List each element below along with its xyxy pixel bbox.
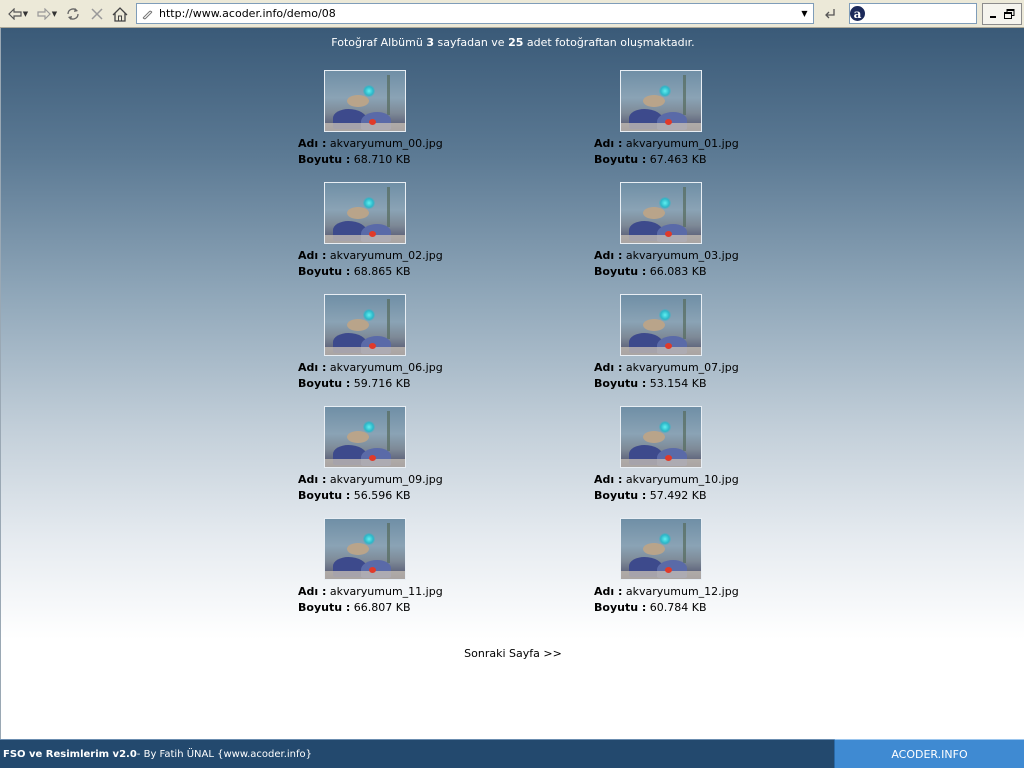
back-button[interactable]: ▼	[3, 3, 33, 25]
photo-size: 66.807 KB	[353, 601, 411, 614]
restore-icon[interactable]	[1004, 9, 1015, 19]
stop-icon	[91, 8, 103, 20]
photo-size: 67.463 KB	[649, 153, 707, 166]
url-text[interactable]: http://www.acoder.info/demo/08	[157, 7, 796, 20]
photo-size: 68.865 KB	[353, 265, 411, 278]
photo-name: akvaryumum_06.jpg	[329, 361, 443, 374]
page-icon	[137, 4, 157, 23]
album-summary: Fotoğraf Albümü 3 sayfadan ve 25 adet fo…	[331, 36, 695, 49]
photo-size: 59.716 KB	[353, 377, 411, 390]
forward-icon	[37, 8, 51, 20]
back-icon	[7, 8, 22, 20]
search-box[interactable]: a	[849, 3, 1010, 24]
forward-button[interactable]: ▼	[33, 3, 61, 25]
minimize-icon[interactable]	[989, 9, 999, 19]
photo-name: akvaryumum_12.jpg	[625, 585, 739, 598]
photo-name: akvaryumum_00.jpg	[329, 137, 443, 150]
photo-thumbnail[interactable]	[620, 406, 702, 468]
photo-size: 53.154 KB	[649, 377, 707, 390]
photo-thumbnail[interactable]	[620, 518, 702, 580]
refresh-icon	[67, 8, 79, 20]
photo-name: akvaryumum_07.jpg	[625, 361, 739, 374]
app-name: FSO ve Resimlerim v2.0	[3, 748, 137, 760]
photo-size: 66.083 KB	[649, 265, 707, 278]
footer-brand-link[interactable]: ACODER.INFO	[834, 739, 1024, 768]
next-page-link[interactable]: Sonraki Sayfa >>	[1, 647, 1024, 660]
photo-size: 68.710 KB	[353, 153, 411, 166]
address-bar[interactable]: http://www.acoder.info/demo/08 ▼	[136, 3, 814, 24]
home-button[interactable]	[110, 3, 130, 25]
window-buttons	[982, 3, 1022, 25]
stop-button[interactable]	[87, 3, 107, 25]
photo-count: 25	[508, 36, 524, 49]
browser-toolbar: ▼ ▼ http://www.acoder.info/demo/08 ▼ a	[0, 0, 1024, 28]
search-engine-icon[interactable]: a	[850, 4, 865, 23]
go-icon	[825, 9, 835, 19]
photo-name: akvaryumum_09.jpg	[329, 473, 443, 486]
photo-thumbnail[interactable]	[620, 294, 702, 356]
photo-thumbnail[interactable]	[324, 182, 406, 244]
photo-size: 60.784 KB	[649, 601, 707, 614]
photo-name: akvaryumum_01.jpg	[625, 137, 739, 150]
photo-thumbnail[interactable]	[324, 294, 406, 356]
photo-size: 57.492 KB	[649, 489, 707, 502]
photo-thumbnail[interactable]	[324, 406, 406, 468]
photo-size: 56.596 KB	[353, 489, 411, 502]
photo-thumbnail[interactable]	[620, 70, 702, 132]
author-credit: - By Fatih ÜNAL {www.acoder.info}	[136, 748, 313, 760]
forward-dropdown-icon[interactable]: ▼	[52, 10, 57, 18]
photo-thumbnail[interactable]	[324, 518, 406, 580]
footer-credit: FSO ve Resimlerim v2.0 - By Fatih ÜNAL {…	[0, 739, 834, 768]
photo-name: akvaryumum_03.jpg	[625, 249, 739, 262]
address-dropdown-icon[interactable]: ▼	[796, 4, 813, 23]
refresh-button[interactable]	[62, 3, 84, 25]
home-icon	[112, 6, 128, 22]
page-count: 3	[426, 36, 434, 49]
photo-name: akvaryumum_02.jpg	[329, 249, 443, 262]
photo-thumbnail[interactable]	[620, 182, 702, 244]
album-page: Fotoğraf Albümü 3 sayfadan ve 25 adet fo…	[0, 28, 1024, 739]
go-button[interactable]	[820, 5, 840, 23]
photo-name: akvaryumum_10.jpg	[625, 473, 739, 486]
back-dropdown-icon[interactable]: ▼	[23, 10, 28, 18]
photo-name: akvaryumum_11.jpg	[329, 585, 443, 598]
photo-thumbnail[interactable]	[324, 70, 406, 132]
footer: FSO ve Resimlerim v2.0 - By Fatih ÜNAL {…	[0, 739, 1024, 768]
